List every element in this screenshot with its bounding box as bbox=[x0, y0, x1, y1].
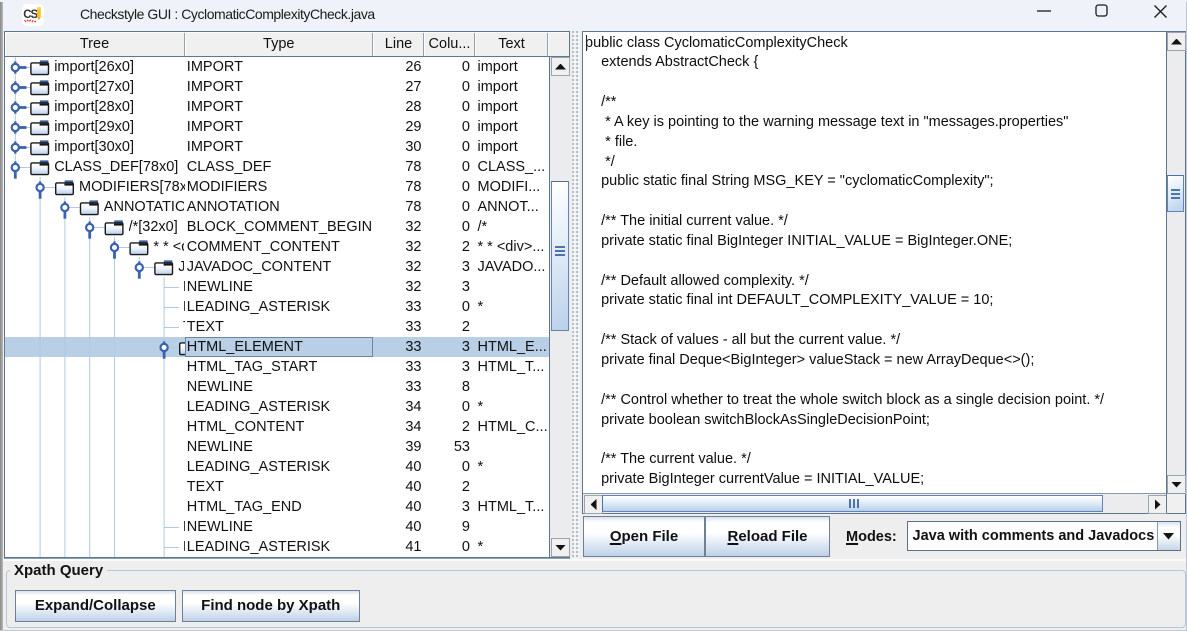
svg-text:CS: CS bbox=[23, 9, 38, 21]
